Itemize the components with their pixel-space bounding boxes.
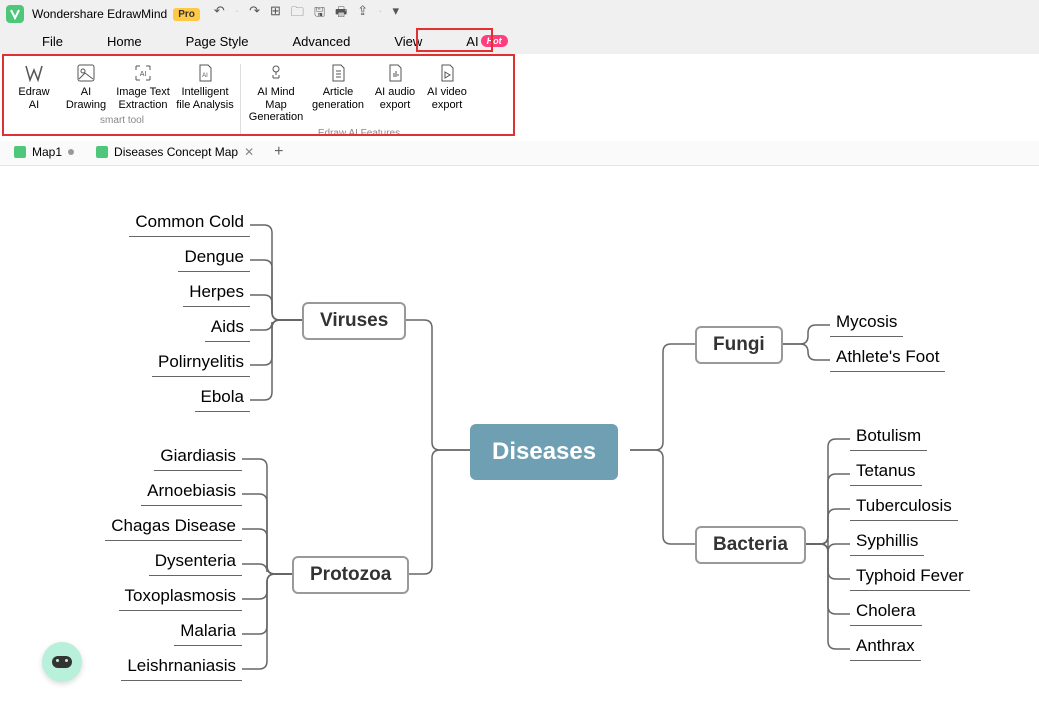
app-title: Wondershare EdrawMind [32,7,167,21]
leaf-node[interactable]: Dysenteria [149,549,242,576]
export-icon[interactable]: ⇪ [357,3,368,25]
branch-bacteria[interactable]: Bacteria [695,526,806,564]
separator: · [378,3,382,25]
branch-fungi[interactable]: Fungi [695,326,783,364]
leaf-node[interactable]: Polirnyelitis [152,350,250,377]
image-text-icon: AI [132,62,154,84]
leaf-node[interactable]: Dengue [178,245,250,272]
ai-mindmap-button[interactable]: AI Mind Map Generation [245,60,307,126]
branch-protozoa[interactable]: Protozoa [292,556,409,594]
close-icon[interactable]: ✕ [244,145,254,159]
leaf-node[interactable]: Chagas Disease [105,514,242,541]
ribbon-group-smart-tool: Edraw AI AI Drawing AI Image Text Extrac… [8,60,236,139]
canvas[interactable]: Diseases Viruses Protozoa Fungi Bacteria… [0,166,1039,704]
hot-badge: Hot [481,35,508,47]
leaf-node[interactable]: Tetanus [850,459,922,486]
ribbon-group-label: Edraw AI Features [318,128,400,139]
article-generation-button[interactable]: Article generation [307,60,369,126]
svg-text:AI: AI [140,71,147,78]
menu-view[interactable]: View [372,30,444,53]
redo-icon[interactable]: ↷ [249,3,260,25]
ribbon-group-ai-features: AI Mind Map Generation Article generatio… [245,60,473,139]
leaf-node[interactable]: Cholera [850,599,922,626]
doc-tab-diseases[interactable]: Diseases Concept Map ✕ [88,142,262,162]
doc-tab-map1[interactable]: Map1 [6,142,82,162]
menu-bar: File Home Page Style Advanced View AI Ho… [0,28,1039,54]
print-icon[interactable]: 🖶 [335,3,347,25]
leaf-node[interactable]: Typhoid Fever [850,564,970,591]
leaf-node[interactable]: Syphillis [850,529,924,556]
image-text-extraction-button[interactable]: AI Image Text Extraction [112,60,174,113]
ai-assistant-button[interactable] [42,642,82,682]
edraw-ai-button[interactable]: Edraw AI [8,60,60,113]
ai-drawing-icon [75,62,97,84]
leaf-node[interactable]: Athlete's Foot [830,345,945,372]
ribbon-separator [240,64,241,135]
leaf-node[interactable]: Malaria [174,619,242,646]
leaf-node[interactable]: Aids [205,315,250,342]
menu-file[interactable]: File [20,30,85,53]
leaf-node[interactable]: Arnoebiasis [141,479,242,506]
document-tab-strip: Map1 Diseases Concept Map ✕ + [0,138,1039,166]
dropdown-icon[interactable]: ▾ [393,3,400,25]
video-icon [436,62,458,84]
leaf-node[interactable]: Leishrnaniasis [121,654,242,681]
separator: · [235,3,239,25]
open-icon[interactable]: 🗀 [291,3,304,25]
new-icon[interactable]: ⊞ [270,3,281,25]
leaf-node[interactable]: Giardiasis [154,444,242,471]
mindmap-root[interactable]: Diseases [470,424,618,480]
file-analysis-icon: AI [194,62,216,84]
leaf-node[interactable]: Botulism [850,424,927,451]
undo-icon[interactable]: ↶ [214,3,225,25]
doc-icon [96,146,108,158]
save-icon[interactable]: 🖫 [314,3,325,25]
menu-advanced[interactable]: Advanced [271,30,373,53]
doc-tab-label: Diseases Concept Map [114,145,238,159]
menu-home[interactable]: Home [85,30,164,53]
leaf-node[interactable]: Toxoplasmosis [119,584,243,611]
svg-text:AI: AI [202,73,208,79]
quick-access-toolbar: ↶ · ↷ ⊞ 🗀 🖫 🖶 ⇪ · ▾ [214,3,399,25]
leaf-node[interactable]: Mycosis [830,310,903,337]
intelligent-file-analysis-button[interactable]: AI Intelligent file Analysis [174,60,236,113]
leaf-node[interactable]: Herpes [183,280,250,307]
menu-page-style[interactable]: Page Style [164,30,271,53]
leaf-node[interactable]: Tuberculosis [850,494,958,521]
leaf-node[interactable]: Common Cold [129,210,250,237]
ribbon-wrap: Edraw AI AI Drawing AI Image Text Extrac… [0,54,1039,138]
menu-ai-label: AI [466,34,478,49]
title-bar: Wondershare EdrawMind Pro ↶ · ↷ ⊞ 🗀 🖫 🖶 … [0,0,1039,28]
ribbon-group-label: smart tool [100,115,144,126]
leaf-node[interactable]: Ebola [195,385,250,412]
ribbon: Edraw AI AI Drawing AI Image Text Extrac… [0,54,1039,141]
menu-ai[interactable]: AI Hot [444,30,529,53]
app-icon [6,5,24,23]
edraw-ai-icon [23,62,45,84]
article-icon [327,62,349,84]
modified-dot-icon [68,149,74,155]
leaf-node[interactable]: Anthrax [850,634,921,661]
branch-viruses[interactable]: Viruses [302,302,406,340]
ai-video-export-button[interactable]: AI video export [421,60,473,126]
add-tab-button[interactable]: + [268,143,289,161]
ai-drawing-button[interactable]: AI Drawing [60,60,112,113]
doc-tab-label: Map1 [32,145,62,159]
audio-icon [384,62,406,84]
pro-badge: Pro [173,8,200,21]
ai-audio-export-button[interactable]: AI audio export [369,60,421,126]
robot-face-icon [52,656,72,668]
doc-icon [14,146,26,158]
mindmap-icon [265,62,287,84]
